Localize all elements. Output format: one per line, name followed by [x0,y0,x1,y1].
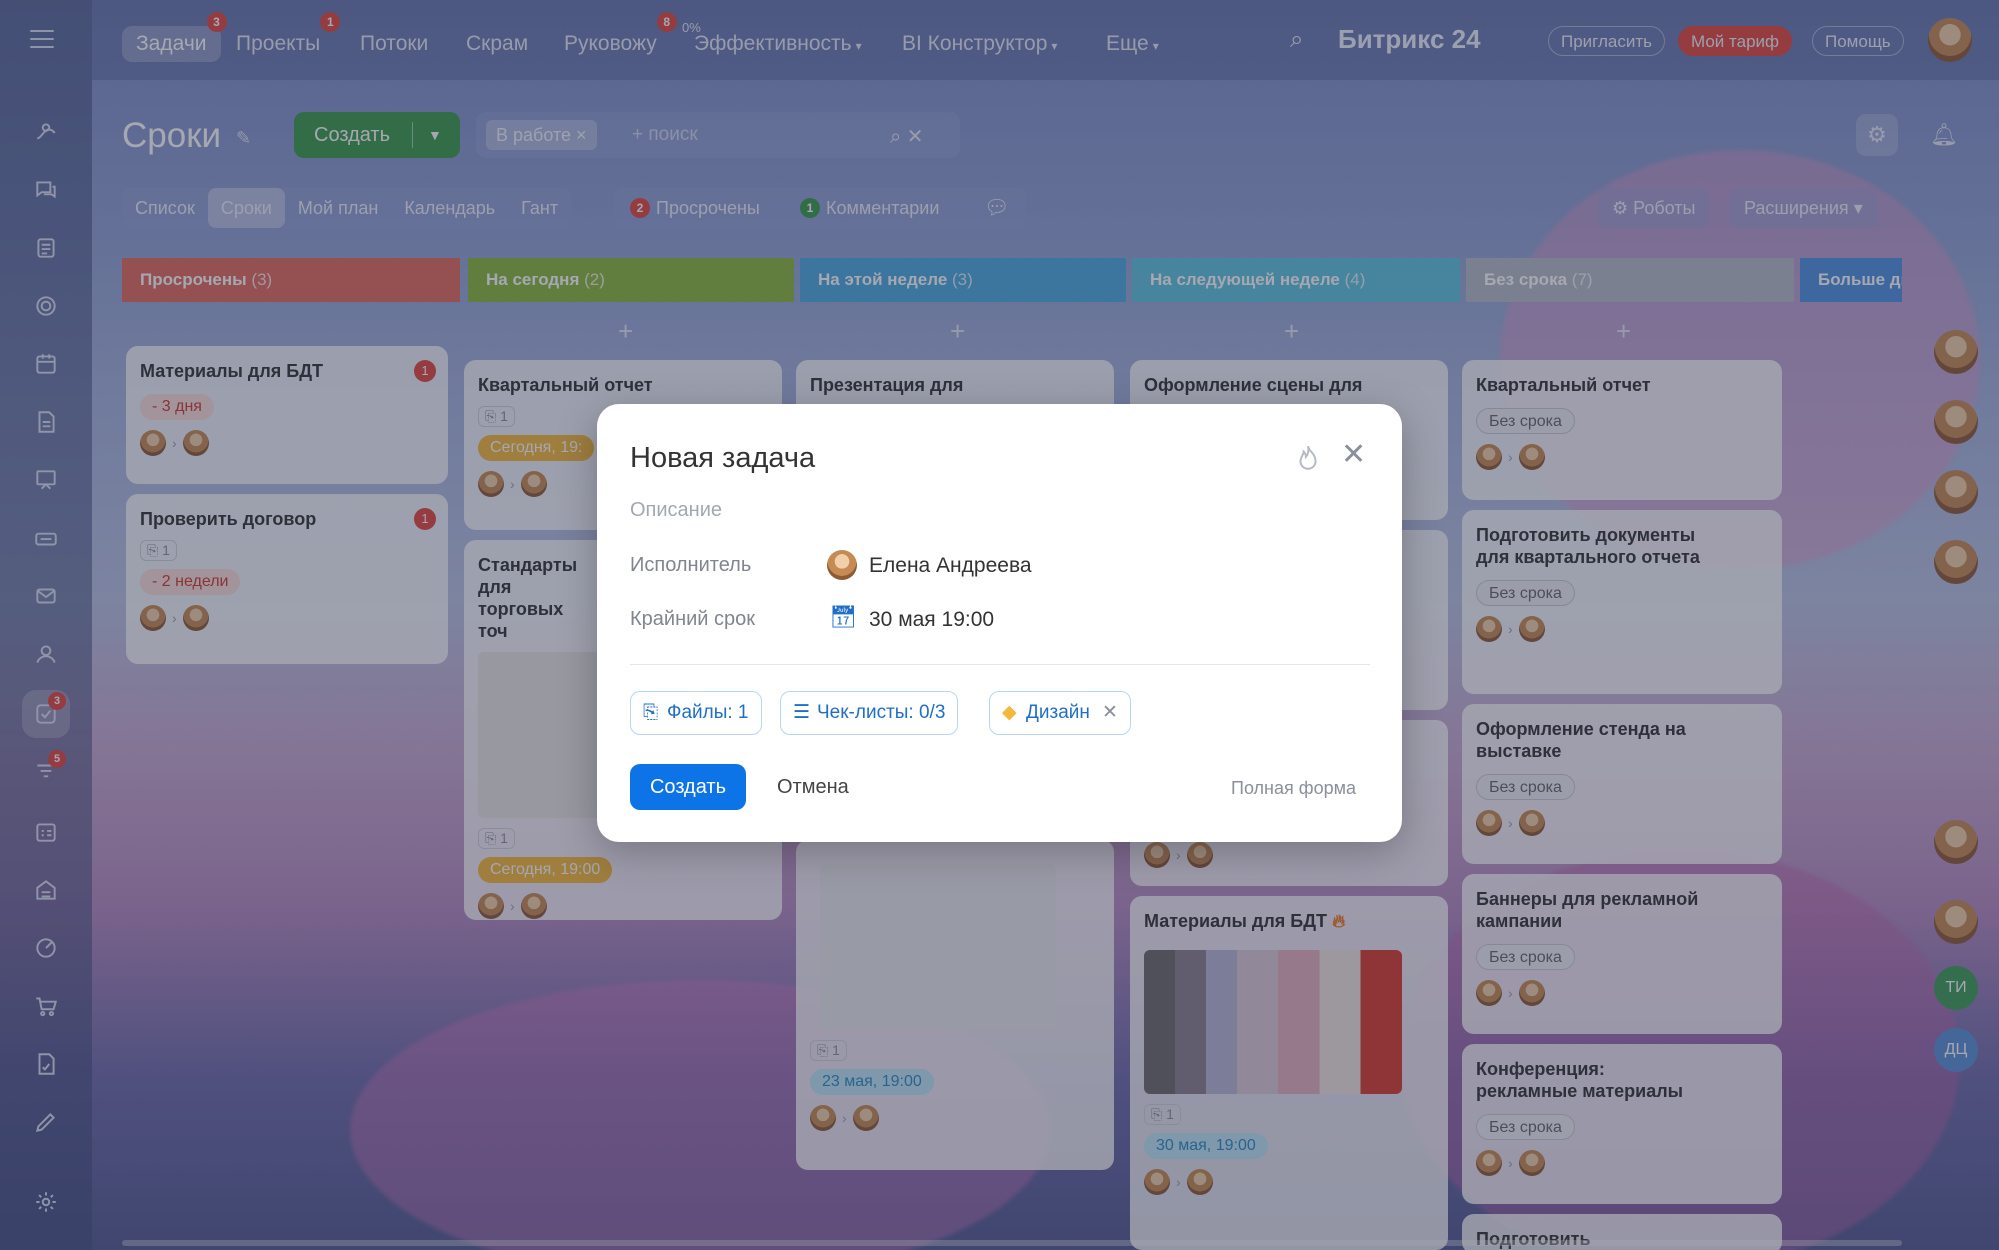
divider [630,664,1370,665]
cancel-button[interactable]: Отмена [777,776,849,799]
assignee-label: Исполнитель [630,554,752,576]
paperclip-icon: ⎘ [643,702,659,723]
assignee-value[interactable]: Елена Андреева [869,554,1032,578]
full-form-link[interactable]: Полная форма [1231,778,1356,799]
description-input[interactable]: Описание [630,499,722,522]
create-button[interactable]: Создать [630,764,746,810]
files-chip[interactable]: ⎘ Файлы: 1 [630,691,762,735]
modal-title: Новая задача [630,442,816,474]
calendar-icon[interactable]: 📅︎ [829,604,857,630]
new-task-modal: Новая задача ✕ Описание Исполнитель Елен… [597,404,1402,842]
tag-icon: ◆ [1002,702,1017,723]
close-icon[interactable]: ✕ [1341,440,1366,470]
deadline-value[interactable]: 30 мая 19:00 [869,608,994,632]
deadline-label: Крайний срок [630,608,756,630]
avatar [827,550,857,580]
flame-icon[interactable] [1295,444,1321,472]
checklist-icon: ☰ [793,702,811,723]
tag-chip[interactable]: ◆ Дизайн ✕ [989,691,1131,735]
close-icon[interactable]: ✕ [1102,692,1118,734]
checklists-chip[interactable]: ☰ Чек-листы: 0/3 [780,691,959,735]
